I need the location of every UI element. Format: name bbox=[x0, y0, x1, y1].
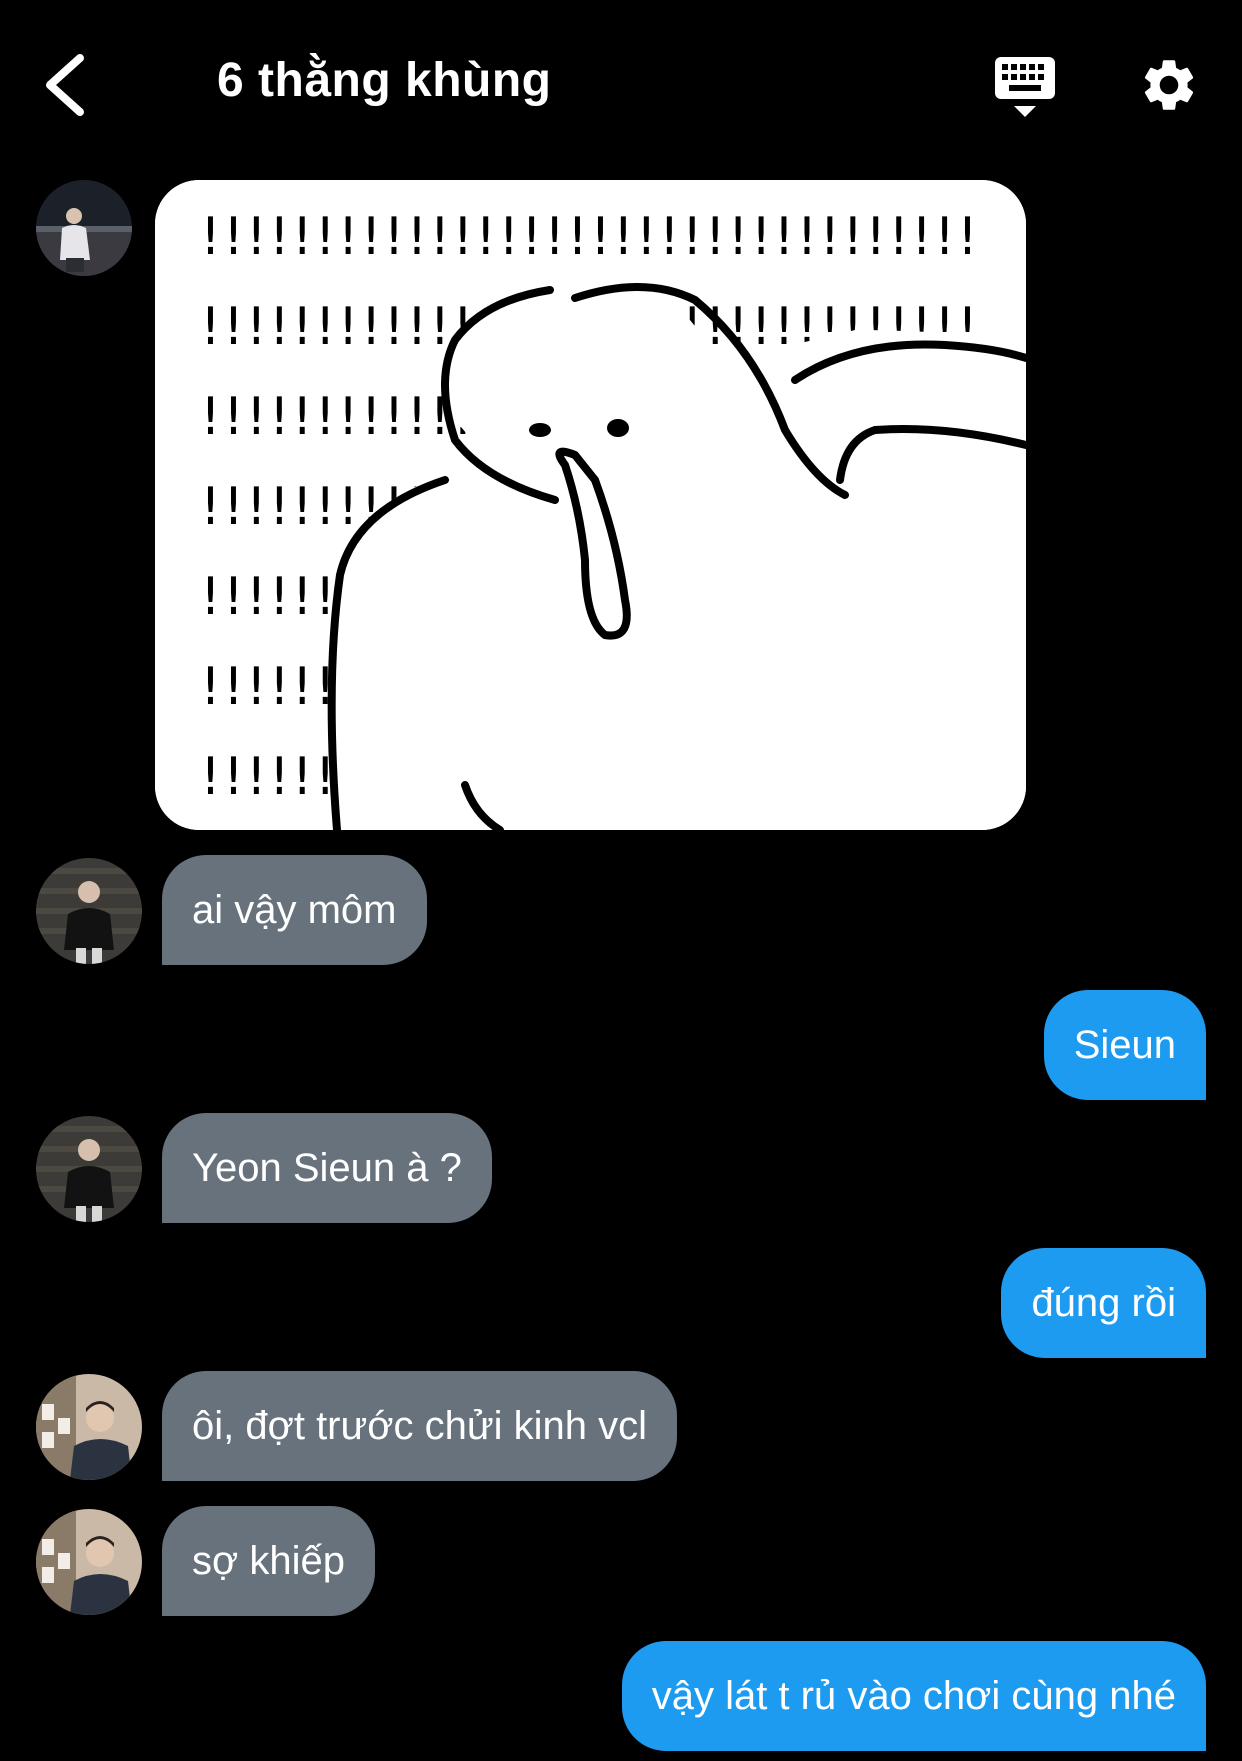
message-bubble-outgoing[interactable]: vậy lát t rủ vào chơi cùng nhé bbox=[621, 1641, 1206, 1751]
message-text: ai vậy môm bbox=[192, 888, 397, 932]
avatar[interactable] bbox=[36, 858, 142, 964]
settings-button[interactable] bbox=[1138, 54, 1200, 116]
chevron-left-icon bbox=[46, 54, 84, 116]
avatar[interactable] bbox=[36, 1116, 142, 1222]
chat-title: 6 thằng khùng bbox=[217, 54, 552, 107]
sticker-image[interactable]: !!!!!!!!!!!!!!!!!!!!!!!!!!!!!!!!!! !!!!!… bbox=[155, 180, 1026, 830]
message-bubble-incoming[interactable]: ai vậy môm bbox=[162, 855, 427, 965]
chat-header: 6 thằng khùng bbox=[0, 0, 1242, 170]
svg-text:!!!!!!!!!!!!!!!!!!!!!!!!!!!!!!: !!!!!!!!!!!!!!!!!!!!!!!!!!!!!!!!!! bbox=[199, 207, 979, 267]
keyboard-toggle-button[interactable] bbox=[992, 54, 1058, 120]
gear-icon bbox=[1144, 60, 1194, 110]
shocked-creature-sticker-icon: !!!!!!!!!!!!!!!!!!!!!!!!!!!!!!!!!! !!!!!… bbox=[155, 180, 1026, 830]
message-text: sợ khiếp bbox=[192, 1539, 345, 1583]
avatar[interactable] bbox=[36, 180, 132, 276]
message-bubble-incoming[interactable]: ôi, đợt trước chửi kinh vcl bbox=[162, 1371, 678, 1481]
keyboard-hide-icon bbox=[995, 57, 1055, 117]
message-bubble-outgoing[interactable]: đúng rồi bbox=[1001, 1248, 1206, 1358]
message-bubble-incoming[interactable]: sợ khiếp bbox=[162, 1506, 375, 1616]
message-text: đúng rồi bbox=[1031, 1281, 1176, 1325]
message-text: Sieun bbox=[1073, 1023, 1176, 1067]
avatar[interactable] bbox=[36, 1509, 142, 1615]
message-text: Yeon Sieun à ? bbox=[192, 1146, 462, 1190]
message-bubble-outgoing[interactable]: Sieun bbox=[1043, 990, 1206, 1100]
message-text: ôi, đợt trước chửi kinh vcl bbox=[192, 1404, 648, 1448]
message-bubble-incoming[interactable]: Yeon Sieun à ? bbox=[162, 1113, 492, 1223]
back-button[interactable] bbox=[38, 50, 98, 120]
avatar[interactable] bbox=[36, 1374, 142, 1480]
message-text: vậy lát t rủ vào chơi cùng nhé bbox=[651, 1674, 1176, 1718]
